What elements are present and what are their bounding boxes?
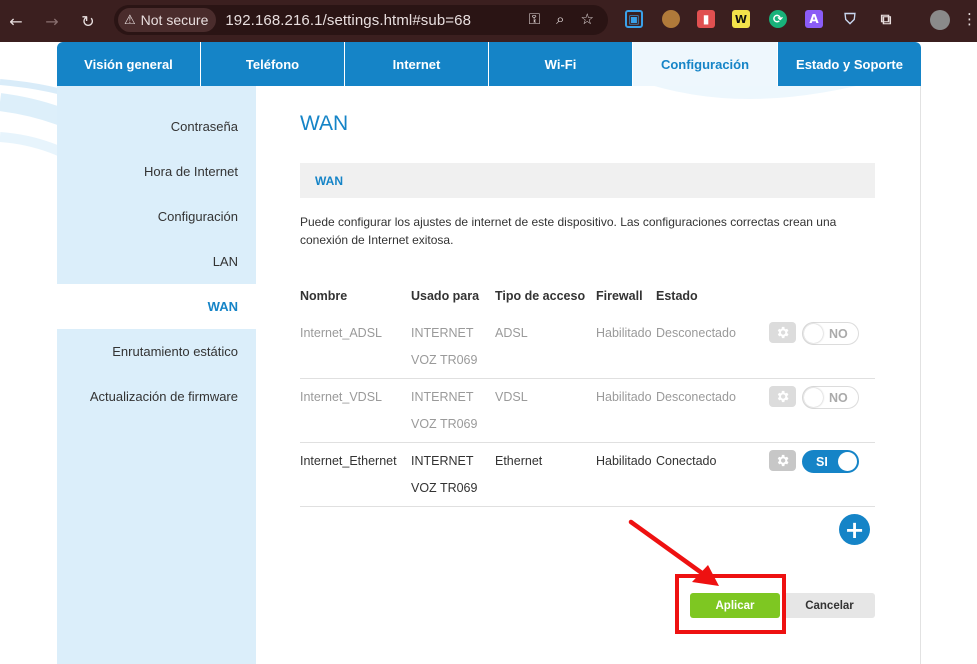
key-icon[interactable]: ⚿ <box>529 10 540 28</box>
toggle-knob <box>804 324 823 343</box>
book-extension-icon[interactable]: ▮ <box>697 10 715 28</box>
toggle-label: NO <box>829 391 848 405</box>
toggle-knob <box>838 452 857 471</box>
profile-avatar[interactable] <box>930 10 950 30</box>
row-status: Desconectado <box>656 326 736 340</box>
security-label: Not secure <box>140 12 209 28</box>
row-access: ADSL <box>495 326 528 340</box>
w-extension-icon[interactable]: W <box>732 10 750 28</box>
toggle-label: SI <box>816 455 828 469</box>
row-firewall: Habilitado <box>596 390 652 404</box>
address-bar[interactable]: ⚠ Not secure 192.168.216.1/settings.html… <box>114 5 608 35</box>
add-connection-button[interactable]: + <box>839 514 870 545</box>
gear-icon <box>777 390 789 403</box>
gear-icon <box>777 454 789 467</box>
column-header-estado: Estado <box>656 289 698 303</box>
column-header-nombre: Nombre <box>300 289 348 303</box>
plus-icon: + <box>844 515 865 544</box>
back-icon[interactable]: ← <box>4 9 28 33</box>
gear-icon <box>777 326 789 339</box>
enable-toggle[interactable]: NO <box>802 386 859 409</box>
tab-internet[interactable]: Internet <box>345 42 489 86</box>
url-text[interactable]: 192.168.216.1/settings.html#sub=68 <box>225 12 471 29</box>
settings-button[interactable] <box>769 386 796 407</box>
column-header-tipo: Tipo de acceso <box>495 289 586 303</box>
shield-extension-icon[interactable]: ⛉ <box>841 10 859 28</box>
row-divider <box>300 506 875 507</box>
security-chip[interactable]: ⚠ Not secure <box>118 8 217 32</box>
star-icon[interactable]: ☆ <box>581 10 594 28</box>
settings-button[interactable] <box>769 450 796 471</box>
page-title: WAN <box>300 112 349 135</box>
a-extension-icon[interactable]: A <box>805 10 823 28</box>
description-text: Puede configurar los ajustes de internet… <box>300 215 837 247</box>
browser-toolbar: ← → ↻ ⚠ Not secure 192.168.216.1/setting… <box>0 0 977 42</box>
row-used-for: INTERNET <box>411 454 474 468</box>
row-status: Desconectado <box>656 390 736 404</box>
tab-telefono[interactable]: Teléfono <box>201 42 345 86</box>
sidebar-item-wan[interactable]: WAN <box>57 284 256 329</box>
settings-button[interactable] <box>769 322 796 343</box>
row-used-for-2: VOZ TR069 <box>411 481 478 495</box>
top-tabs: Visión general Teléfono Internet Wi-Fi C… <box>57 42 921 86</box>
toggle-knob <box>804 388 823 407</box>
row-divider <box>300 378 875 379</box>
cookie-extension-icon[interactable] <box>662 10 680 28</box>
sidebar: Contraseña Hora de Internet Configuració… <box>57 86 256 664</box>
row-firewall: Habilitado <box>596 454 652 468</box>
tab-wifi[interactable]: Wi-Fi <box>489 42 633 86</box>
annotation-arrow-icon <box>628 519 719 586</box>
enable-toggle[interactable]: SI <box>802 450 859 473</box>
puzzle-icon[interactable]: ⧉ <box>877 10 895 28</box>
section-header: WAN <box>300 163 875 198</box>
tab-vision-general[interactable]: Visión general <box>57 42 201 86</box>
reload-icon[interactable]: ↻ <box>76 9 100 33</box>
section-title: WAN <box>315 174 343 188</box>
sidebar-item-configuracion[interactable]: Configuración <box>158 209 238 224</box>
row-name: Internet_VDSL <box>300 390 382 404</box>
row-divider <box>300 442 875 443</box>
column-header-usado: Usado para <box>411 289 480 303</box>
tab-configuracion[interactable]: Configuración <box>633 42 778 86</box>
column-header-firewall: Firewall <box>596 289 643 303</box>
cancel-button[interactable]: Cancelar <box>784 593 875 618</box>
enable-toggle[interactable]: NO <box>802 322 859 345</box>
tab-estado-soporte[interactable]: Estado y Soporte <box>778 42 921 86</box>
kebab-menu-icon[interactable]: ⋮ <box>962 10 977 28</box>
forward-icon[interactable]: → <box>40 9 64 33</box>
sidebar-item-contrasena[interactable]: Contraseña <box>171 119 238 134</box>
row-status: Conectado <box>656 454 717 468</box>
warning-icon: ⚠ <box>124 12 136 28</box>
row-name: Internet_ADSL <box>300 326 382 340</box>
row-name: Internet_Ethernet <box>300 454 397 468</box>
sidebar-item-enrutamiento[interactable]: Enrutamiento estático <box>112 344 238 359</box>
toggle-label: NO <box>829 327 848 341</box>
screenshot-extension-icon[interactable]: ▣ <box>625 10 643 28</box>
row-used-for-2: VOZ TR069 <box>411 417 478 431</box>
row-firewall: Habilitado <box>596 326 652 340</box>
zoom-icon[interactable]: ⌕ <box>556 10 564 28</box>
row-used-for: INTERNET <box>411 326 474 340</box>
row-access: Ethernet <box>495 454 543 468</box>
sidebar-item-hora-internet[interactable]: Hora de Internet <box>144 164 238 179</box>
row-used-for-2: VOZ TR069 <box>411 353 478 367</box>
sync-extension-icon[interactable]: ⟳ <box>769 10 787 28</box>
row-used-for: INTERNET <box>411 390 474 404</box>
sidebar-item-firmware[interactable]: Actualización de firmware <box>90 389 238 404</box>
row-access: VDSL <box>495 390 528 404</box>
sidebar-item-lan[interactable]: LAN <box>213 254 238 269</box>
